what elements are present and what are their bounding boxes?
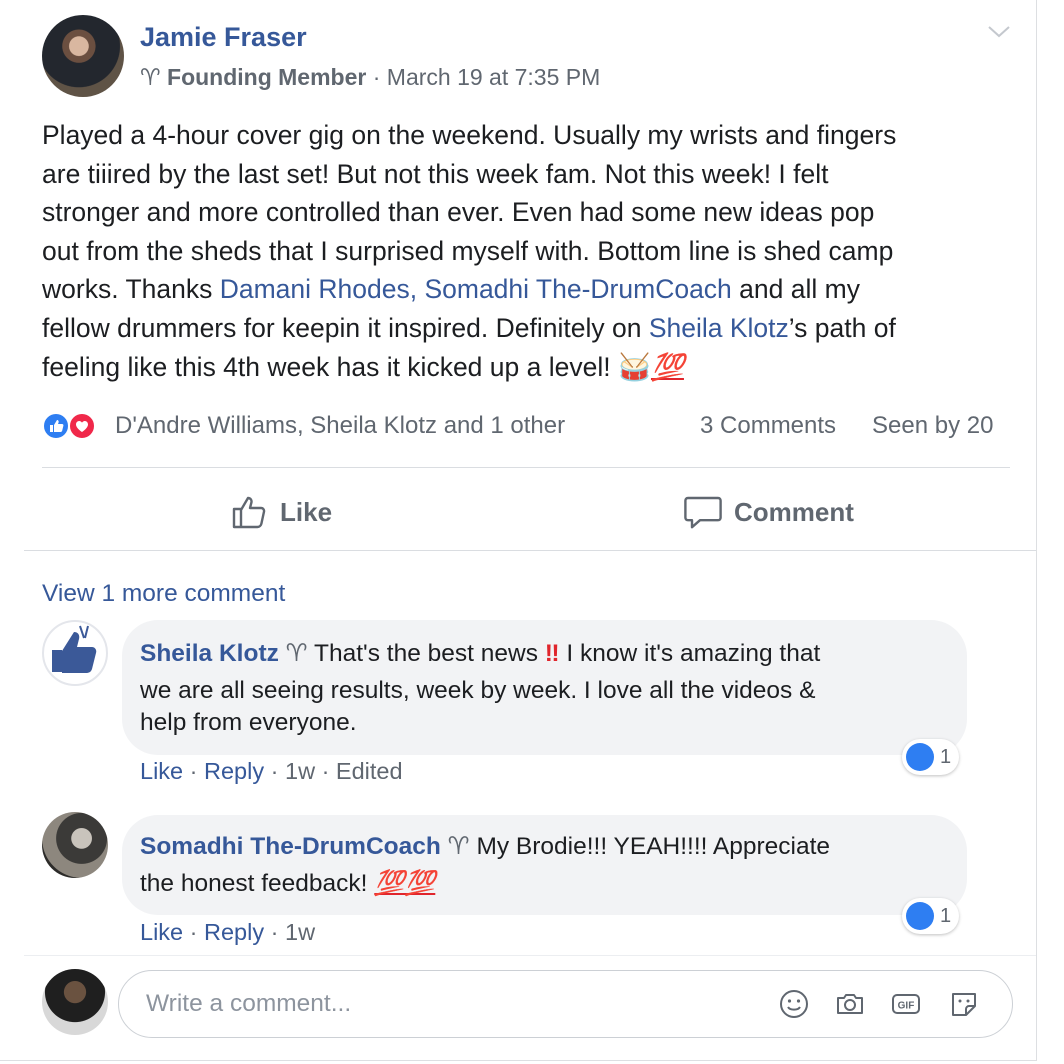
comment-actions: Like · Reply · 1w (140, 919, 315, 946)
post-text-line: stronger and more controlled than ever. … (42, 193, 1022, 232)
seen-by[interactable]: Seen by 20 (872, 412, 993, 440)
comment-text: I know it's amazing that (559, 640, 821, 667)
commenter-name[interactable]: Sheila Klotz (140, 640, 279, 667)
post-text: out from the sheds that I surprised myse… (42, 235, 894, 266)
separator: · (189, 758, 205, 784)
separator: · (189, 919, 205, 945)
chevron-down-icon[interactable] (986, 18, 1016, 48)
post-body: Played a 4-hour cover gig on the weekend… (42, 116, 1022, 386)
divider (24, 955, 1036, 956)
comment-button[interactable]: Comment (684, 492, 854, 532)
comment-meta: · 1w (264, 919, 316, 945)
like-count: 1 (940, 745, 952, 768)
view-more-comments-link[interactable]: View 1 more comment (42, 580, 285, 608)
comment-text: we are all seeing results, week by week.… (140, 677, 816, 704)
post-text: ’s path of (788, 312, 896, 343)
sticker-icon[interactable] (948, 988, 980, 1020)
camera-icon[interactable] (834, 988, 866, 1020)
like-button[interactable]: Like (232, 492, 332, 532)
post-text: are tiiired by the last set! But not thi… (42, 158, 829, 189)
comment-text: My Brodie!!! YEAH!!!! Appreciate (476, 833, 831, 860)
divider (42, 467, 1010, 468)
gif-icon[interactable]: GIF (890, 988, 922, 1020)
divider (24, 550, 1036, 551)
comment-line: Sheila Klotz ♈︎ That's the best news ‼ I… (140, 637, 820, 671)
like-reaction-icon (42, 412, 70, 440)
reaction-names[interactable]: D'Andre Williams, Sheila Klotz and 1 oth… (115, 412, 565, 440)
post-text-line: works. Thanks Damani Rhodes, Somadhi The… (42, 270, 1022, 309)
post-meta: ♈︎ Founding Member · March 19 at 7:35 PM (140, 64, 600, 91)
comment-text: help from everyone. (140, 709, 357, 736)
svg-text:GIF: GIF (898, 1001, 915, 1012)
sprout-icon: ♈︎ (285, 640, 308, 667)
post-text-line: feeling like this 4th week has it kicked… (42, 348, 1022, 387)
comment-text: the honest feedback! (140, 870, 375, 897)
love-reaction-icon (68, 412, 96, 440)
post-text-line: out from the sheds that I surprised myse… (42, 232, 1022, 271)
thumbs-up-logo-icon (52, 625, 97, 673)
current-user-avatar (42, 969, 108, 1035)
smiley-icon[interactable] (778, 988, 810, 1020)
double-exclamation-emoji: ‼ (544, 640, 560, 667)
like-label: Like (280, 496, 333, 527)
sprout-icon: ♈︎ (140, 64, 161, 90)
post-text: fellow drummers for keepin it inspired. … (42, 312, 649, 343)
mention-link[interactable]: Sheila Klotz (649, 313, 789, 343)
mention-link[interactable]: Damani Rhodes, Somadhi The-DrumCoach (220, 274, 732, 304)
comment-like-count[interactable]: 1 (902, 739, 960, 775)
commenter-avatar-sheila[interactable] (42, 620, 108, 686)
like-reaction-icon (906, 743, 934, 771)
post-text: feeling like this 4th week has it kicked… (42, 351, 618, 382)
reaction-icons[interactable] (42, 412, 108, 442)
comment-label: Comment (734, 496, 854, 527)
comment-like-count[interactable]: 1 (902, 898, 960, 934)
author-avatar[interactable] (42, 15, 124, 97)
comment-icon (684, 496, 722, 529)
thumbs-up-icon (232, 496, 266, 529)
post-text: works. Thanks (42, 274, 220, 305)
drum-emoji: 🥁 (617, 351, 651, 382)
post-text: and all my (731, 274, 860, 305)
like-count: 1 (940, 904, 952, 927)
post-text: Played a 4-hour cover gig on the weekend… (42, 120, 897, 150)
comment-line: Somadhi The-DrumCoach ♈︎ My Brodie!!! YE… (140, 830, 830, 864)
post-text-line: Played a 4-hour cover gig on the weekend… (42, 116, 1022, 155)
commenter-avatar-somadhi[interactable] (42, 812, 108, 878)
sprout-icon: ♈︎ (447, 833, 470, 860)
comment-actions: Like · Reply · 1w · Edited (140, 758, 403, 785)
member-badge: Founding Member (167, 64, 367, 90)
hundred-emoji: 💯 (650, 351, 684, 382)
comment-reply-link[interactable]: Reply (204, 758, 264, 784)
post-text-line: are tiiired by the last set! But not thi… (42, 155, 1022, 194)
comment-text: That's the best news (314, 640, 545, 667)
comment-meta: · 1w · Edited (264, 758, 403, 784)
comment-like-link[interactable]: Like (140, 758, 183, 784)
comment-line: the honest feedback! 💯💯 (140, 867, 435, 901)
commenter-name[interactable]: Somadhi The-DrumCoach (140, 833, 441, 860)
comment-like-link[interactable]: Like (140, 919, 183, 945)
post-timestamp[interactable]: · March 19 at 7:35 PM (373, 64, 601, 90)
comment-reply-link[interactable]: Reply (204, 919, 264, 945)
like-reaction-icon (906, 902, 934, 930)
author-name[interactable]: Jamie Fraser (140, 22, 307, 53)
post-card: Jamie Fraser ♈︎ Founding Member · March … (0, 0, 1037, 1061)
post-text-line: fellow drummers for keepin it inspired. … (42, 309, 1022, 348)
comments-count[interactable]: 3 Comments (700, 412, 836, 440)
comment-input-placeholder[interactable]: Write a comment... (146, 990, 351, 1018)
hundred-emoji: 💯💯 (374, 870, 436, 897)
post-text: stronger and more controlled than ever. … (42, 197, 875, 228)
